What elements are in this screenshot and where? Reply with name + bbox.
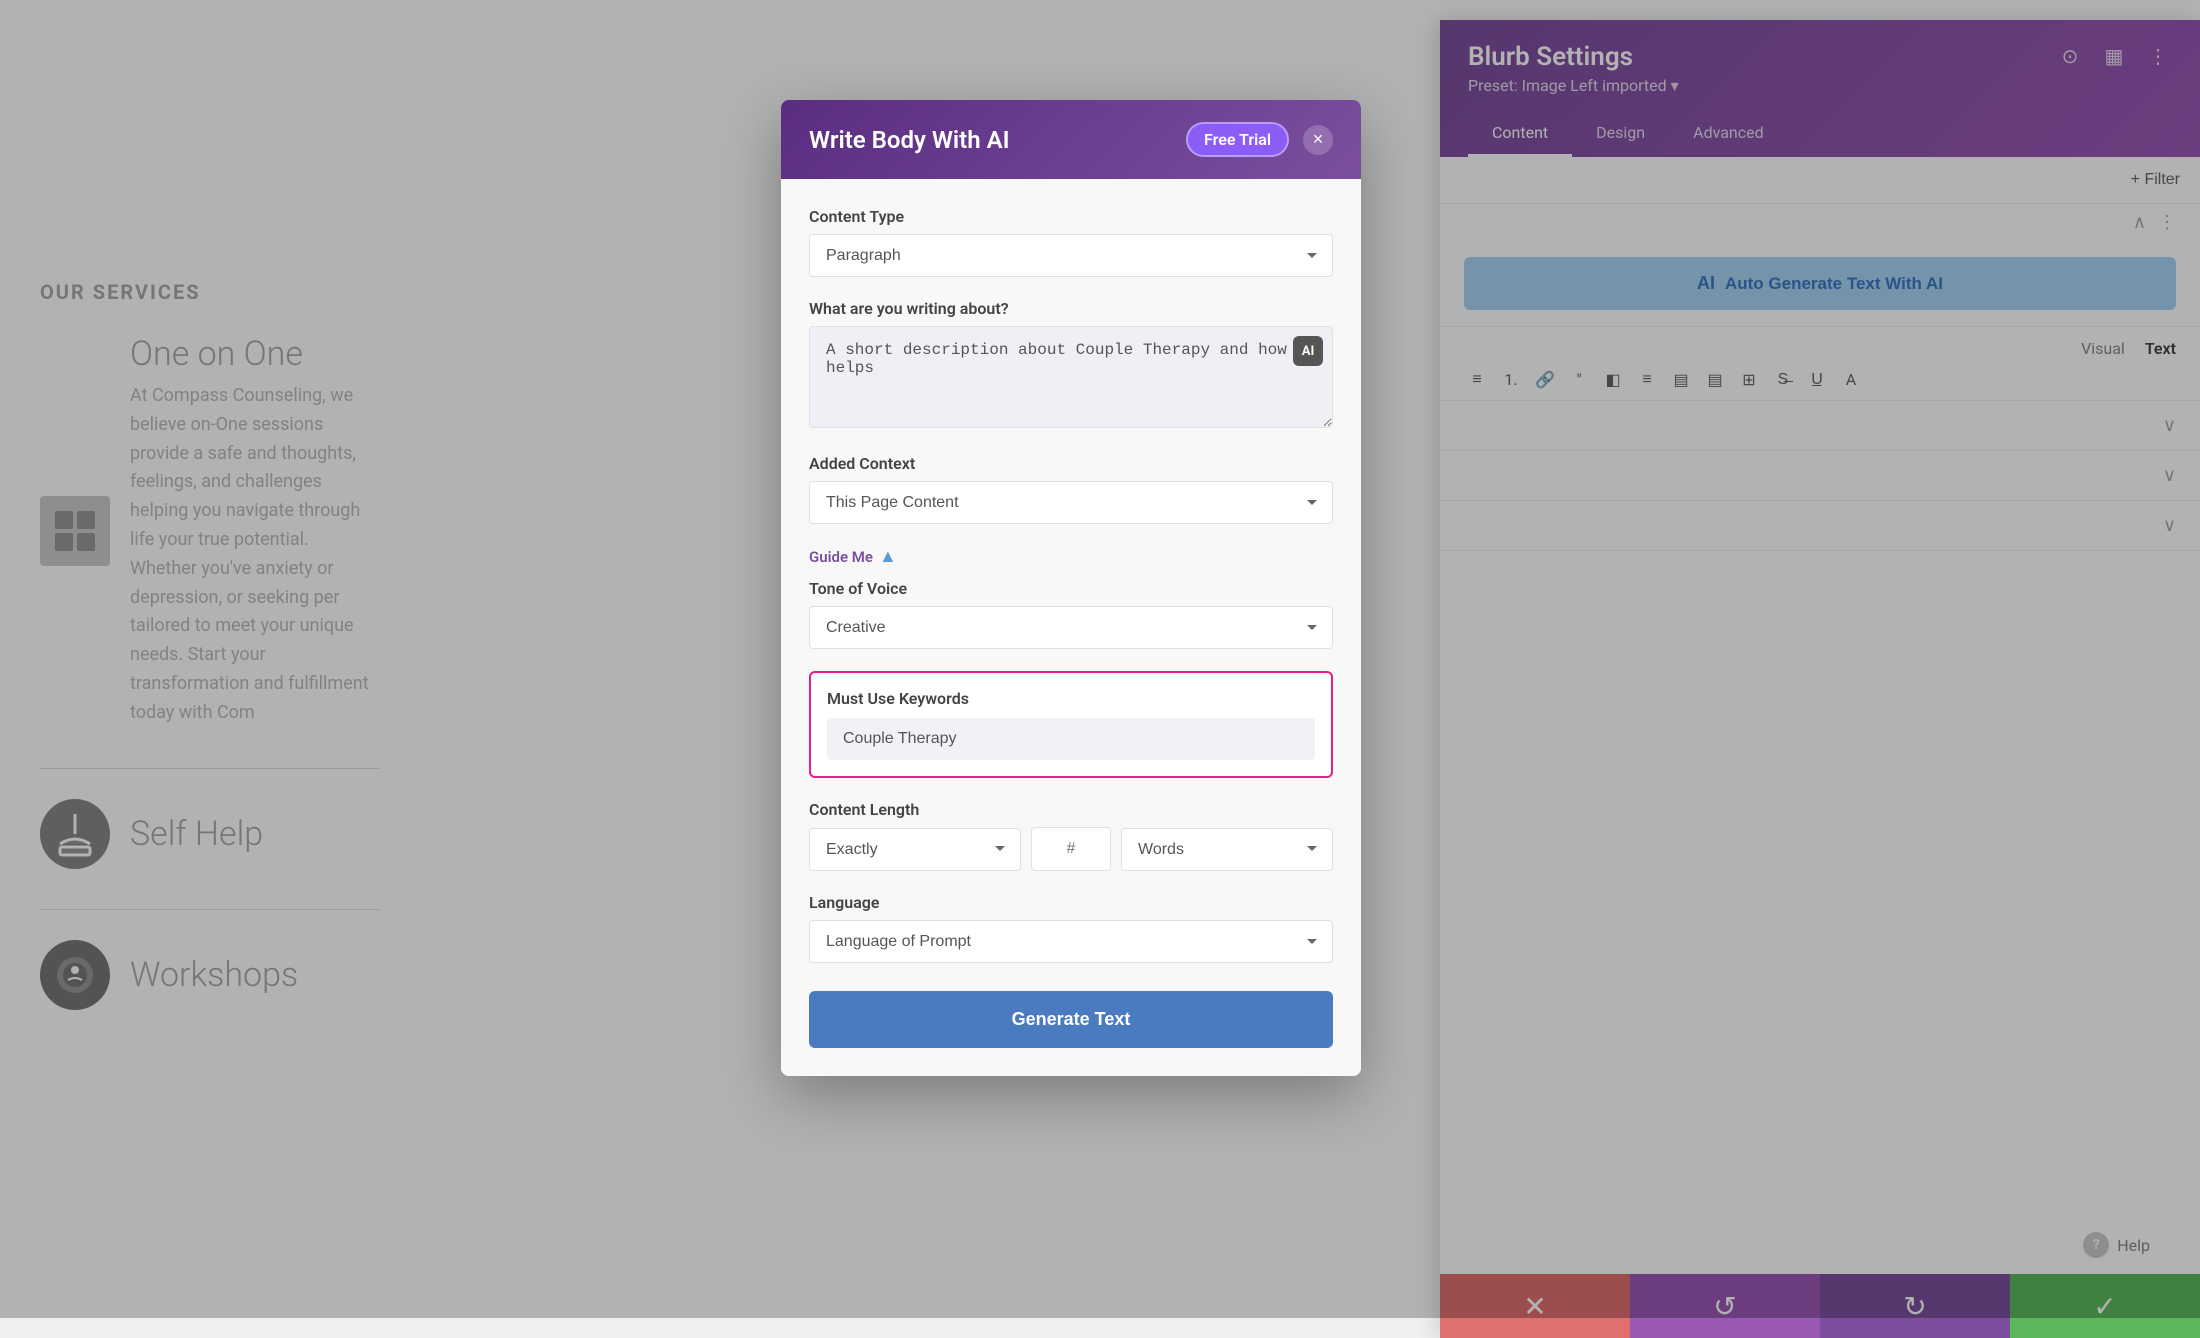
close-modal-button[interactable]: × <box>1303 125 1333 155</box>
keywords-section: Must Use Keywords <box>809 671 1333 778</box>
exactly-select[interactable]: Exactly At least At most <box>809 828 1021 871</box>
guide-me-label: Guide Me <box>809 548 873 566</box>
free-trial-badge: Free Trial <box>1186 122 1289 157</box>
content-type-select[interactable]: Paragraph List Heading <box>809 234 1333 277</box>
ai-modal-header: Write Body With AI Free Trial × <box>781 100 1361 179</box>
content-type-group: Content Type Paragraph List Heading <box>809 207 1333 277</box>
tone-of-voice-select[interactable]: Creative Professional Casual Formal <box>809 606 1333 649</box>
number-input[interactable] <box>1031 827 1111 871</box>
content-length-group: Content Length Exactly At least At most … <box>809 800 1333 871</box>
words-select[interactable]: Words Sentences Paragraphs <box>1121 828 1333 871</box>
language-group: Language Language of Prompt English Span… <box>809 893 1333 963</box>
ai-modal-body: Content Type Paragraph List Heading What… <box>781 179 1361 1076</box>
keywords-input[interactable] <box>827 718 1315 760</box>
added-context-select[interactable]: This Page Content None Custom <box>809 481 1333 524</box>
ai-modal-header-right: Free Trial × <box>1186 122 1333 157</box>
content-length-row: Exactly At least At most Words Sentences… <box>809 827 1333 871</box>
content-length-label: Content Length <box>809 800 1333 819</box>
ai-modal-title: Write Body With AI <box>809 126 1010 154</box>
added-context-group: Added Context This Page Content None Cus… <box>809 454 1333 524</box>
writing-about-textarea[interactable]: A short description about Couple Therapy… <box>809 326 1333 428</box>
tone-of-voice-label: Tone of Voice <box>809 579 1333 598</box>
guide-me-arrow-icon: ▲ <box>879 546 897 567</box>
ai-badge: AI <box>1293 336 1323 366</box>
added-context-label: Added Context <box>809 454 1333 473</box>
generate-text-button[interactable]: Generate Text <box>809 991 1333 1048</box>
ai-write-modal: Write Body With AI Free Trial × Content … <box>781 100 1361 1076</box>
guide-me-link[interactable]: Guide Me ▲ <box>809 546 1333 567</box>
keywords-label: Must Use Keywords <box>827 689 1315 708</box>
language-label: Language <box>809 893 1333 912</box>
writing-about-label: What are you writing about? <box>809 299 1333 318</box>
tone-of-voice-group: Tone of Voice Creative Professional Casu… <box>809 579 1333 649</box>
language-select[interactable]: Language of Prompt English Spanish Frenc… <box>809 920 1333 963</box>
textarea-wrapper: A short description about Couple Therapy… <box>809 326 1333 432</box>
content-type-label: Content Type <box>809 207 1333 226</box>
writing-about-group: What are you writing about? A short desc… <box>809 299 1333 432</box>
